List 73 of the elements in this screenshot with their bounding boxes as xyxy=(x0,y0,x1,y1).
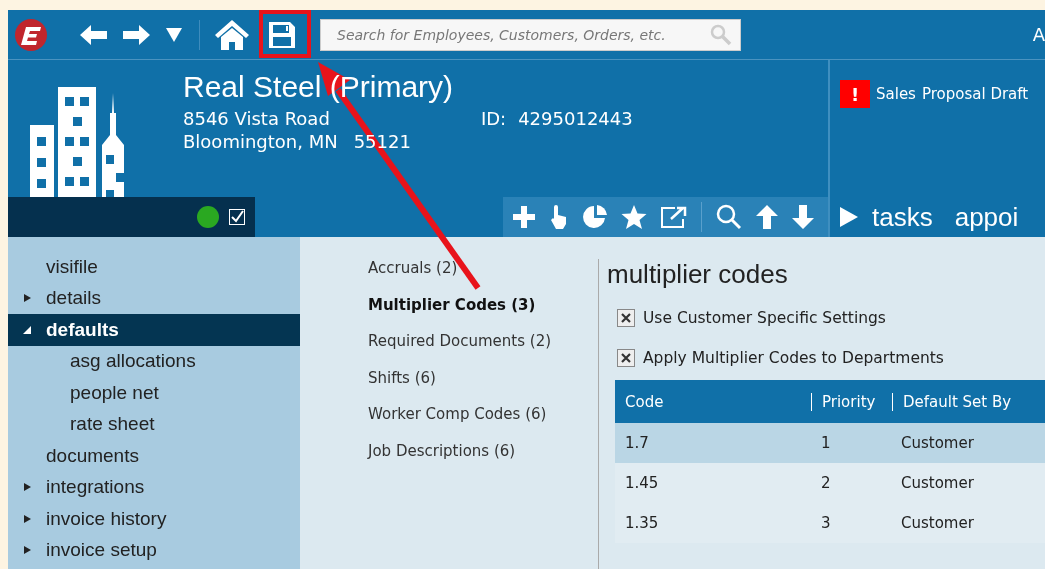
save-icon[interactable] xyxy=(267,19,297,50)
x-mark-icon xyxy=(621,313,631,323)
sidebar-item[interactable]: asg allocations xyxy=(8,345,300,377)
section-link[interactable]: Job Descriptions (6) xyxy=(368,441,598,478)
external-link-icon[interactable] xyxy=(661,206,687,228)
collapse-arrow-icon[interactable] xyxy=(22,324,32,335)
table-cell-text: 1 xyxy=(820,434,832,452)
table-cell-text: 1.7 xyxy=(624,434,650,452)
status-checkbox[interactable] xyxy=(229,209,245,225)
table-cell-text: Customer xyxy=(900,434,974,452)
expand-arrow-icon[interactable] xyxy=(22,482,32,493)
checkbox-label[interactable]: Apply Multiplier Codes to Departments xyxy=(643,349,944,367)
expand-arrow-icon[interactable] xyxy=(22,513,32,524)
column-header[interactable]: Priority xyxy=(811,392,892,411)
section-link[interactable]: Accruals (2) xyxy=(368,259,598,296)
sidebar-item[interactable]: defaults xyxy=(8,314,300,346)
star-icon[interactable] xyxy=(621,205,647,229)
sidebar-item[interactable]: rate sheet xyxy=(8,408,300,440)
table-cell-text: Customer xyxy=(900,474,974,492)
pointer-hand-icon[interactable] xyxy=(549,205,569,229)
table-row[interactable]: 1.7 1 Customer xyxy=(615,423,1045,463)
sidebar-item[interactable]: people net xyxy=(8,377,300,409)
search-field[interactable]: Search for Employees, Customers, Orders, etc. xyxy=(320,18,741,51)
sidebar-item[interactable]: integrations xyxy=(8,471,300,503)
table-cell-text: 3 xyxy=(820,514,832,532)
alert-text[interactable]: Proposal Draft xyxy=(921,85,1029,103)
alert-badge: ! xyxy=(840,80,870,108)
sidebar-item[interactable]: documents xyxy=(8,440,300,472)
status-dot xyxy=(197,206,219,228)
tab[interactable]: tasks xyxy=(872,201,933,233)
sidebar-item[interactable]: visifile xyxy=(8,251,300,283)
back-arrow-icon[interactable] xyxy=(80,23,108,46)
panel-title: multiplier codes xyxy=(607,259,789,290)
down-arrow-icon[interactable] xyxy=(792,205,814,229)
sidebar-item[interactable]: invoice setup xyxy=(8,534,300,566)
expand-arrow-icon[interactable] xyxy=(22,545,32,556)
up-arrow-icon[interactable] xyxy=(756,205,778,229)
column-header[interactable]: Code xyxy=(615,392,811,411)
id-label: ID: xyxy=(480,108,507,131)
checkbox-label[interactable]: Use Customer Specific Settings xyxy=(643,309,886,327)
tab[interactable]: appoi xyxy=(954,201,1019,233)
address-line: Bloomington, MN xyxy=(183,131,338,152)
section-link[interactable]: Required Documents (2) xyxy=(368,332,598,369)
table-row[interactable]: 1.45 2 Customer xyxy=(615,463,1045,503)
pie-chart-icon[interactable] xyxy=(583,205,607,229)
table-cell-text: 2 xyxy=(820,474,832,492)
section-link[interactable]: Shifts (6) xyxy=(368,368,598,405)
table-row[interactable]: 1.35 3 Customer xyxy=(615,503,1045,543)
play-icon[interactable] xyxy=(840,207,858,227)
column-header[interactable]: Default Set By xyxy=(892,392,1012,411)
sidebar-item[interactable]: details xyxy=(8,282,300,314)
table-cell-text: Customer xyxy=(900,514,974,532)
alert-category[interactable]: Sales xyxy=(876,85,916,103)
search-icon xyxy=(710,23,732,46)
section-link[interactable]: Worker Comp Codes (6) xyxy=(368,405,598,442)
search-icon[interactable] xyxy=(716,204,742,230)
checkbox[interactable] xyxy=(617,309,635,327)
dropdown-caret-icon[interactable] xyxy=(166,27,182,42)
expand-arrow-icon[interactable] xyxy=(22,293,32,304)
x-mark-icon xyxy=(621,353,631,363)
highlight-frame xyxy=(259,10,311,58)
home-icon[interactable] xyxy=(215,19,249,50)
id-value: 4295012443 xyxy=(518,108,633,131)
table-cell-text: 1.45 xyxy=(624,474,660,492)
add-icon[interactable] xyxy=(513,206,535,228)
forward-arrow-icon[interactable] xyxy=(122,23,150,46)
address-line: 8546 Vista Road xyxy=(183,108,331,129)
logo-icon[interactable] xyxy=(15,18,47,51)
checkbox[interactable] xyxy=(617,349,635,367)
user-initial[interactable]: A xyxy=(1032,24,1045,45)
table-cell-text: 1.35 xyxy=(624,514,660,532)
section-link[interactable]: Multiplier Codes (3) xyxy=(368,295,598,332)
sidebar-item[interactable]: invoice history xyxy=(8,503,300,535)
